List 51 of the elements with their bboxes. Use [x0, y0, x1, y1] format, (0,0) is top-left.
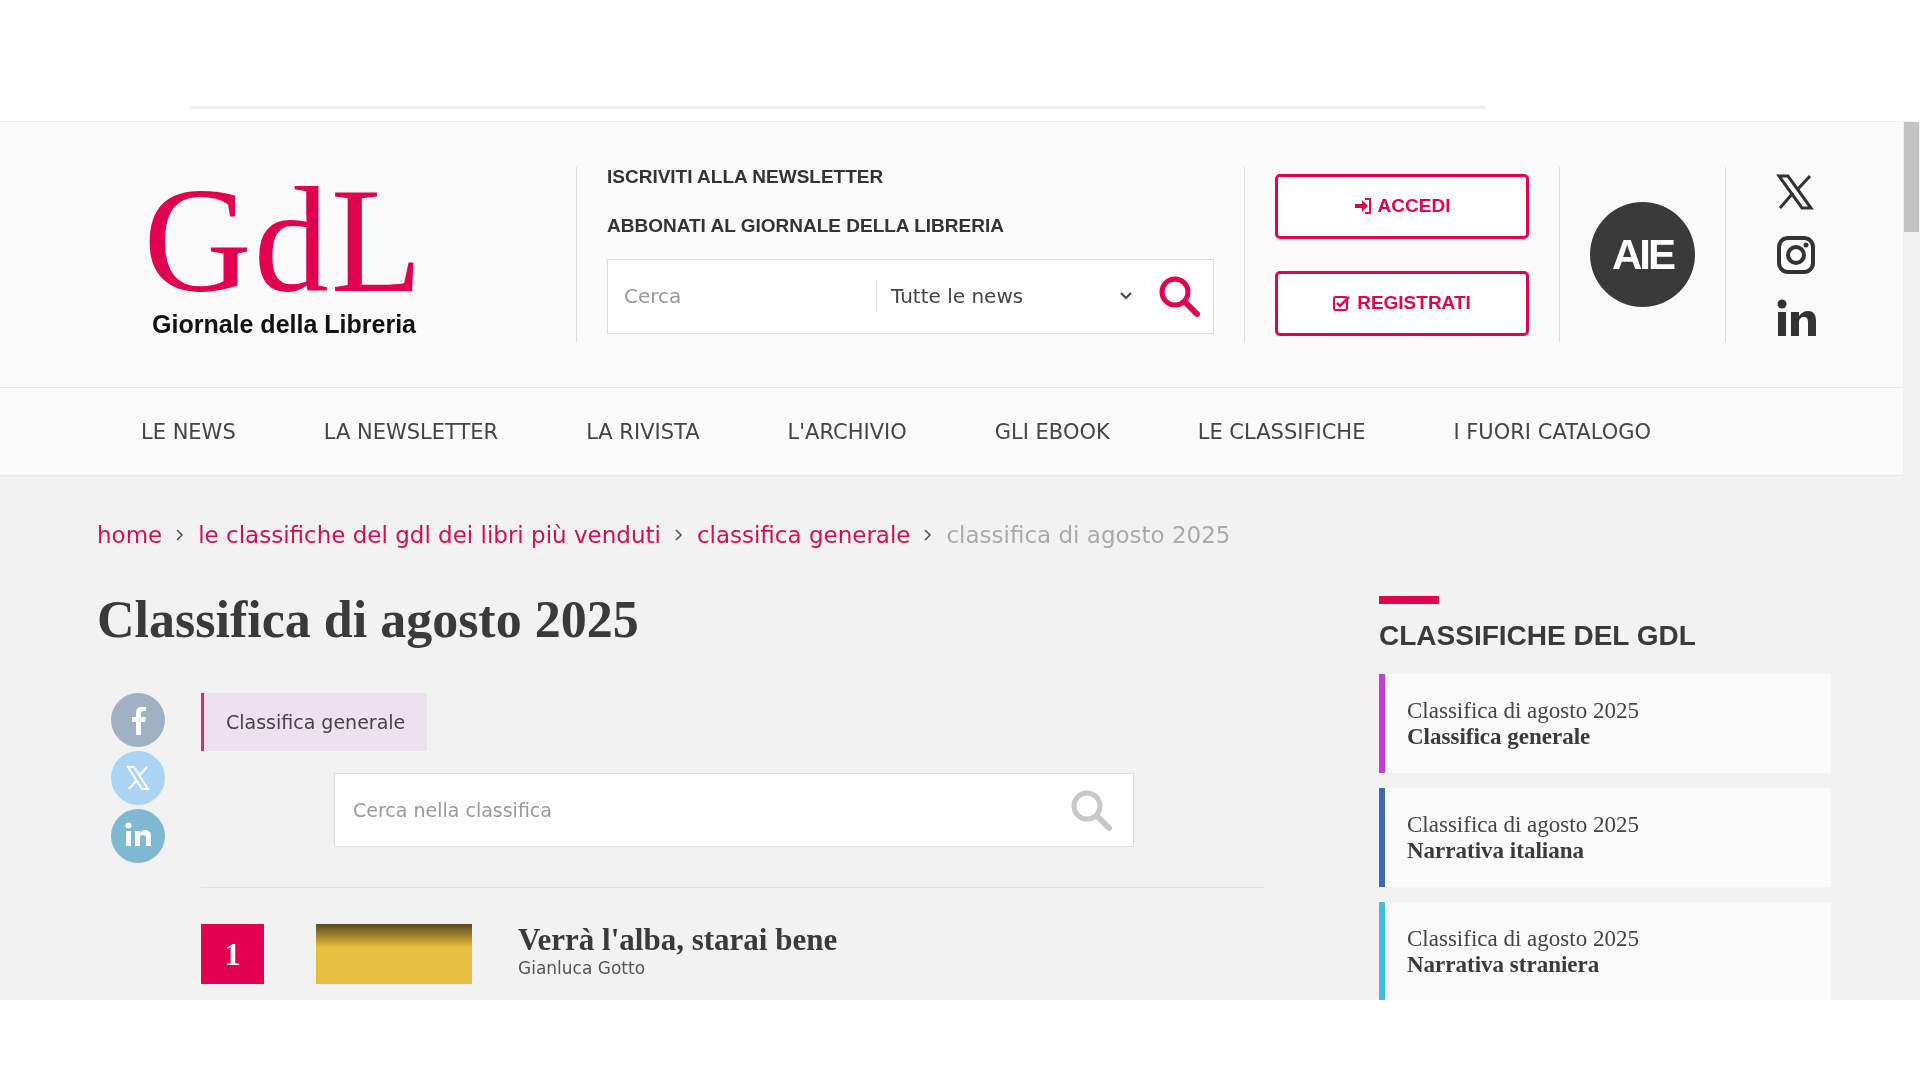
instagram-icon[interactable]: [1776, 234, 1816, 275]
login-icon: [1353, 198, 1372, 214]
site-logo[interactable]: GdL Giornale della Libreria: [132, 170, 436, 339]
nav-link[interactable]: LA NEWSLETTER: [323, 419, 499, 444]
header-link[interactable]: ABBONATI AL GIORNALE DELLA LIBRERIA: [607, 214, 1214, 237]
category-tag: Classifica generale: [201, 693, 428, 751]
nav-link[interactable]: LA RIVISTA: [586, 419, 700, 444]
nav-link[interactable]: L'ARCHIVIO: [787, 419, 907, 444]
scrollbar-thumb[interactable]: [1904, 122, 1919, 232]
nav-link[interactable]: LE CLASSIFICHE: [1197, 419, 1366, 444]
search-input[interactable]: Cerca: [622, 280, 877, 312]
card-name: Narrativa italiana: [1407, 837, 1585, 864]
rank-badge: 1: [201, 924, 264, 984]
register-button[interactable]: REGISTRATI: [1275, 270, 1529, 336]
chart-card[interactable]: Classifica di agosto 2025 Narrativa straniera: [1379, 902, 1831, 1000]
card-name: Classifica generale: [1407, 723, 1592, 750]
login-button[interactable]: ACCEDI: [1275, 173, 1529, 239]
breadcrumb-link[interactable]: le classifiche del gdl dei libri più venduti: [198, 522, 661, 548]
header-link[interactable]: ISCRIVITI ALLA NEWSLETTER: [607, 165, 1214, 188]
logo-letters: GdL: [143, 170, 425, 310]
breadcrumb-link[interactable]: classifica generale: [696, 522, 911, 548]
dropdown-value: Tutte le news: [891, 284, 1024, 308]
nav-link[interactable]: I FUORI CATALOGO: [1453, 419, 1651, 444]
accent-bar: [1379, 596, 1439, 604]
linkedin-icon[interactable]: [1776, 298, 1816, 337]
logo-name: Giornale della Libreria: [152, 310, 416, 339]
book-cover-placeholder[interactable]: [316, 924, 472, 984]
chevron-down-icon: [1119, 291, 1133, 301]
card-period: Classifica di agosto 2025: [1407, 697, 1639, 724]
partner-logo[interactable]: AIE: [1590, 202, 1695, 307]
x-icon[interactable]: [1776, 172, 1814, 211]
book-author: Gianluca Gotto: [518, 958, 647, 978]
sidebar-heading: CLASSIFICHE DEL GDL: [1379, 620, 1697, 652]
search-icon[interactable]: [1157, 274, 1201, 318]
card-period: Classifica di agosto 2025: [1407, 811, 1639, 838]
nav-link[interactable]: GLI EBOOK: [994, 419, 1110, 444]
card-name: Narrativa straniera: [1407, 951, 1601, 978]
page-title: Classifica di agosto 2025: [97, 590, 640, 649]
chevron-right-icon: [176, 529, 185, 541]
chart-card[interactable]: Classifica di agosto 2025 Classifica generale: [1379, 674, 1831, 773]
category-dropdown[interactable]: Tutte le news: [877, 284, 1157, 308]
chart-card[interactable]: Classifica di agosto 2025 Narrativa italiana: [1379, 788, 1831, 887]
book-title[interactable]: Verrà l'alba, starai bene: [518, 922, 838, 958]
chevron-right-icon: [924, 529, 933, 541]
breadcrumb-link[interactable]: home: [97, 522, 163, 548]
checkbox-icon: [1333, 295, 1352, 311]
chart-search-field[interactable]: Cerca nella classifica: [334, 773, 1134, 847]
chevron-right-icon: [674, 529, 683, 541]
nav-link[interactable]: LE NEWS: [141, 419, 236, 444]
card-period: Classifica di agosto 2025: [1407, 925, 1639, 952]
chart-search-input[interactable]: Cerca nella classifica: [351, 798, 1069, 822]
